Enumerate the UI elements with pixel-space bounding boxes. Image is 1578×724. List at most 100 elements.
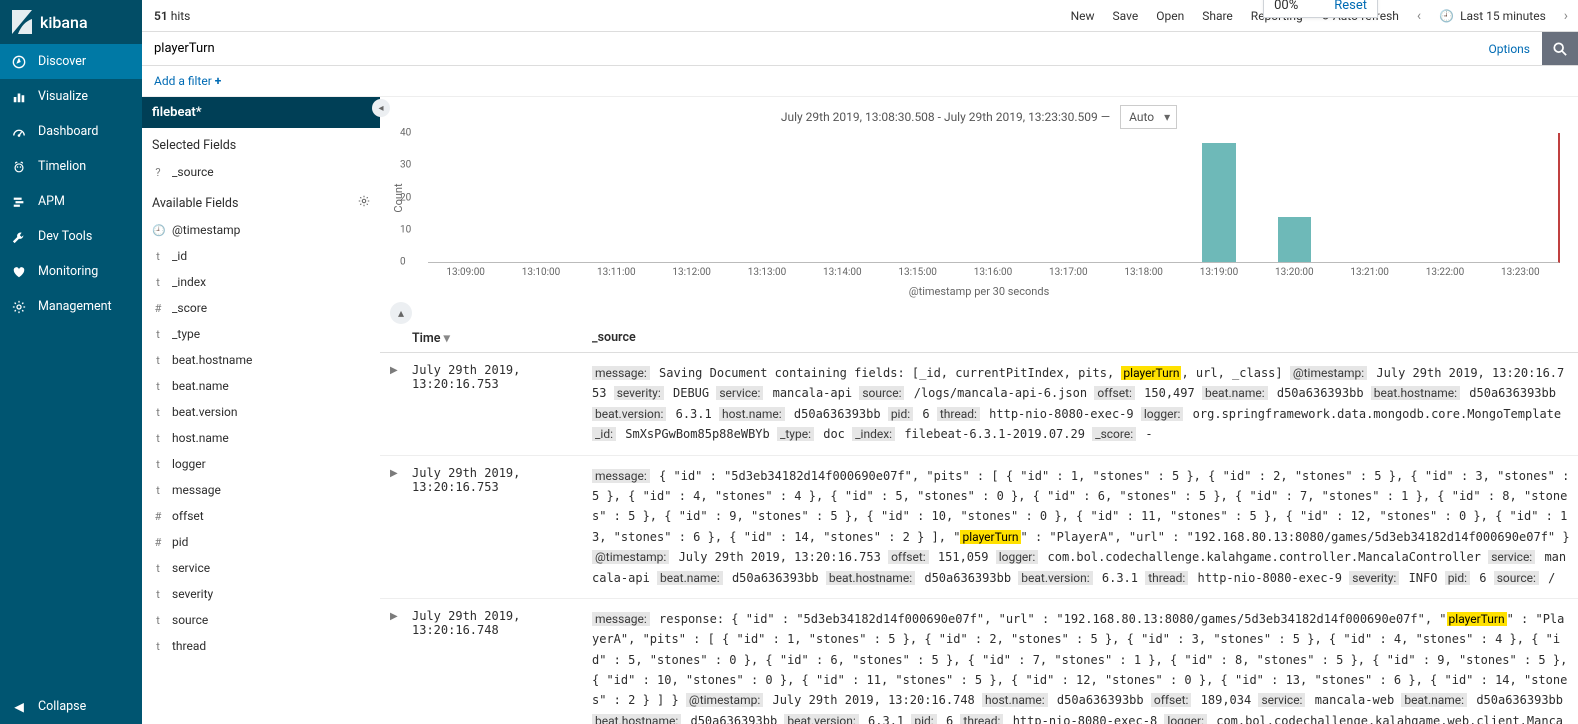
- field-type-icon: #: [152, 536, 164, 549]
- nav-item-dashboard[interactable]: Dashboard: [0, 114, 142, 149]
- histogram-bar[interactable]: [1202, 143, 1235, 262]
- field-name: _id: [172, 249, 187, 263]
- field-name: service: [172, 561, 210, 575]
- field-key: thread:: [937, 407, 980, 421]
- field-key: offset:: [1151, 693, 1192, 707]
- field-_index[interactable]: t_index: [142, 269, 380, 295]
- doc-time: July 29th 2019, 13:20:16.748: [412, 609, 592, 724]
- nav-item-dev-tools[interactable]: Dev Tools: [0, 219, 142, 254]
- field-key: beat.name:: [1202, 386, 1268, 400]
- time-next-icon[interactable]: ›: [1564, 8, 1568, 24]
- field-name: beat.name: [172, 379, 229, 393]
- time-prev-icon[interactable]: ‹: [1417, 8, 1421, 24]
- nav-item-discover[interactable]: Discover: [0, 44, 142, 79]
- field-key: beat.hostname:: [592, 714, 681, 724]
- chart-xlabel: @timestamp per 30 seconds: [380, 285, 1578, 298]
- time-range-button[interactable]: 🕘 Last 15 minutes: [1439, 9, 1546, 23]
- field-service[interactable]: tservice: [142, 555, 380, 581]
- apm-icon: [12, 195, 26, 209]
- share-button[interactable]: Share: [1202, 9, 1233, 23]
- field-message[interactable]: tmessage: [142, 477, 380, 503]
- field-key: thread:: [960, 714, 1003, 724]
- nav-item-monitoring[interactable]: Monitoring: [0, 254, 142, 289]
- field-thread[interactable]: tthread: [142, 633, 380, 659]
- field-type-icon: t: [152, 250, 164, 263]
- field-beat-hostname[interactable]: tbeat.hostname: [142, 347, 380, 373]
- nav-label: Dev Tools: [38, 229, 92, 244]
- field-name: severity: [172, 587, 213, 601]
- reset-pct: 00%: [1274, 0, 1298, 13]
- query-input[interactable]: [142, 32, 1476, 65]
- nav-item-timelion[interactable]: Timelion: [0, 149, 142, 184]
- doc-expand-button[interactable]: ▶: [390, 363, 412, 445]
- reset-popover: 00% Reset: [1263, 0, 1378, 18]
- gauge-icon: [12, 125, 26, 139]
- fields-settings-button[interactable]: [358, 195, 370, 211]
- time-range-text: July 29th 2019, 13:08:30.508 - July 29th…: [781, 110, 1110, 124]
- open-button[interactable]: Open: [1156, 9, 1184, 23]
- field-key: host.name:: [719, 407, 785, 421]
- collapse-fields-button[interactable]: ◂: [372, 99, 390, 117]
- clock-icon: 🕘: [1439, 9, 1454, 23]
- field-key: source:: [1494, 571, 1539, 585]
- field-severity[interactable]: tseverity: [142, 581, 380, 607]
- index-pattern[interactable]: filebeat*: [142, 97, 380, 128]
- histogram-chart[interactable]: Count 01020304013:09:0013:10:0013:11:001…: [428, 133, 1560, 263]
- doc-source: message: { "id" : "5d3eb34182d14f000690e…: [592, 466, 1570, 588]
- save-button[interactable]: Save: [1113, 9, 1139, 23]
- field-key: pid:: [1445, 571, 1470, 585]
- nav-item-visualize[interactable]: Visualize: [0, 79, 142, 114]
- query-options-button[interactable]: Options: [1476, 32, 1542, 65]
- fields-panel: filebeat* Selected Fields ?_source Avail…: [142, 97, 380, 724]
- histogram-bar[interactable]: [1278, 217, 1311, 262]
- sidebar-collapse[interactable]: ◀ Collapse: [0, 689, 142, 724]
- field-key: beat.version:: [1018, 571, 1092, 585]
- field-_score[interactable]: #_score: [142, 295, 380, 321]
- field-key: logger:: [1164, 714, 1207, 724]
- field-type-icon: #: [152, 510, 164, 523]
- field-key: beat.version:: [592, 407, 666, 421]
- compass-icon: [12, 55, 26, 69]
- column-source[interactable]: _source: [592, 330, 1578, 346]
- field-logger[interactable]: tlogger: [142, 451, 380, 477]
- field-key: _id:: [592, 427, 616, 441]
- field-beat-version[interactable]: tbeat.version: [142, 399, 380, 425]
- field-_type[interactable]: t_type: [142, 321, 380, 347]
- brand[interactable]: kibana: [0, 0, 142, 44]
- add-filter-button[interactable]: Add a filter +: [154, 74, 221, 88]
- field-type-icon: t: [152, 640, 164, 653]
- nav-item-apm[interactable]: APM: [0, 184, 142, 219]
- new-button[interactable]: New: [1071, 9, 1095, 23]
- reset-link[interactable]: Reset: [1334, 0, 1367, 13]
- field-offset[interactable]: # offset: [142, 503, 380, 529]
- sidebar: kibana DiscoverVisualizeDashboardTimelio…: [0, 0, 142, 724]
- field-_id[interactable]: t _id: [142, 243, 380, 269]
- column-time[interactable]: Time ▾: [412, 330, 592, 346]
- field-host-name[interactable]: thost.name: [142, 425, 380, 451]
- search-button[interactable]: [1542, 32, 1578, 65]
- doc-time: July 29th 2019, 13:20:16.753: [412, 466, 592, 588]
- doc-expand-button[interactable]: ▶: [390, 466, 412, 588]
- doc-expand-button[interactable]: ▶: [390, 609, 412, 724]
- scroll-top-button[interactable]: ▴: [390, 302, 412, 324]
- field-beat-name[interactable]: tbeat.name: [142, 373, 380, 399]
- field--timestamp[interactable]: 🕘@timestamp: [142, 217, 380, 243]
- doc-row: ▶July 29th 2019, 13:20:16.753message: { …: [380, 456, 1578, 599]
- field-pid[interactable]: # pid: [142, 529, 380, 555]
- nav-item-management[interactable]: Management: [0, 289, 142, 324]
- field-name: pid: [172, 535, 188, 549]
- field-key: offset:: [888, 550, 929, 564]
- doc-source: message: response: { "id" : "5d3eb34182d…: [592, 609, 1570, 724]
- field-type-icon: t: [152, 432, 164, 445]
- field-key: logger:: [996, 550, 1039, 564]
- doc-row: ▶July 29th 2019, 13:20:16.748message: re…: [380, 599, 1578, 724]
- field-type-icon: t: [152, 276, 164, 289]
- field-key: service:: [716, 386, 763, 400]
- field-_source[interactable]: ?_source: [142, 159, 380, 185]
- field-source[interactable]: tsource: [142, 607, 380, 633]
- field-name: offset: [172, 509, 204, 523]
- interval-select[interactable]: Auto: [1120, 105, 1177, 129]
- field-key: beat.name:: [657, 571, 723, 585]
- field-key: _score:: [1092, 427, 1136, 441]
- field-name: beat.hostname: [172, 353, 252, 367]
